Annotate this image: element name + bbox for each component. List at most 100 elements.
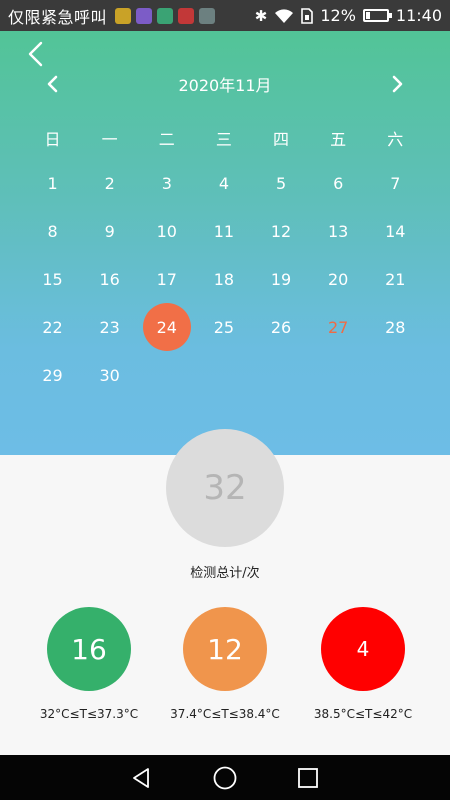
app-icon-green [157, 7, 174, 24]
day-cell[interactable]: 27 [310, 303, 367, 351]
day-cell[interactable]: 8 [24, 207, 81, 255]
temperature-stat: 16 32°C≤T≤37.3°C [14, 607, 164, 721]
day-cell[interactable]: 30 [81, 351, 138, 399]
day-cell[interactable]: 3 [138, 159, 195, 207]
screen: 仅限紧急呼叫 ✱ 12% 11:40 2020年11月 日 一 二 三 四 五 … [0, 0, 450, 800]
day-cell[interactable]: 4 [195, 159, 252, 207]
summary-panel: 32 检测总计/次 16 32°C≤T≤37.3°C 12 37.4°C≤T≤38.4… [0, 429, 450, 755]
day-cell[interactable]: 9 [81, 207, 138, 255]
stat-count: 4 [356, 637, 370, 661]
day-number: 9 [104, 221, 115, 241]
bluetooth-icon: ✱ [254, 6, 268, 25]
day-cell[interactable]: 25 [195, 303, 252, 351]
temperature-stat: 12 37.4°C≤T≤38.4°C [150, 607, 300, 721]
day-cell[interactable]: 24 [138, 303, 195, 351]
day-cell[interactable]: 17 [138, 255, 195, 303]
day-number: 2 [104, 173, 115, 193]
month-title: 2020年11月 [178, 76, 272, 95]
weekday-label: 日 [44, 130, 61, 149]
nav-back-button[interactable] [127, 763, 157, 793]
day-cell[interactable]: 18 [195, 255, 252, 303]
day-cell[interactable]: 26 [253, 303, 310, 351]
app-icon-red [178, 7, 195, 24]
back-button[interactable] [22, 39, 52, 69]
day-cell[interactable]: 16 [81, 255, 138, 303]
total-label: 检测总计/次 [190, 566, 260, 581]
nav-recents-button[interactable] [293, 763, 323, 793]
total-count-circle: 32 [166, 429, 284, 547]
battery-percent: 12% [320, 6, 356, 25]
day-number: 6 [333, 173, 344, 193]
stat-range-label: 38.5°C≤T≤42°C [313, 707, 413, 721]
clock: 11:40 [395, 6, 442, 25]
weekday-row: 日一二三四五六 [24, 126, 424, 150]
day-number: 18 [213, 269, 235, 289]
day-cell[interactable]: 12 [253, 207, 310, 255]
day-number: 8 [47, 221, 58, 241]
day-number: 21 [385, 269, 406, 289]
circle-home-icon [213, 766, 237, 789]
day-cell[interactable]: 23 [81, 303, 138, 351]
stat-count: 12 [207, 632, 243, 666]
month-bar: 2020年11月 [0, 71, 450, 97]
day-cell[interactable]: 11 [195, 207, 252, 255]
day-cell[interactable]: 10 [138, 207, 195, 255]
nav-home-button[interactable] [210, 763, 240, 793]
day-grid: 1 2 3 4 5 6 7 8 9 10 11 12 13 14 15 16 17 18 19 20 21 22 23 24 2… [24, 159, 424, 399]
day-cell[interactable]: 6 [310, 159, 367, 207]
day-number: 3 [161, 173, 172, 193]
day-cell[interactable]: 20 [310, 255, 367, 303]
app-icon-purple [136, 7, 153, 24]
day-cell[interactable]: 2 [81, 159, 138, 207]
chevron-right-icon [392, 75, 403, 93]
day-cell[interactable]: 1 [24, 159, 81, 207]
sim-icon [301, 7, 314, 24]
day-cell[interactable]: 21 [367, 255, 424, 303]
weekday-label: 二 [158, 130, 175, 149]
day-number: 12 [270, 221, 292, 241]
square-recents-icon [298, 767, 319, 788]
day-number: 28 [385, 317, 406, 337]
day-number: 10 [156, 221, 177, 241]
prev-month-button[interactable] [42, 73, 64, 95]
stat-range-label: 37.4°C≤T≤38.4°C [170, 707, 280, 721]
day-cell[interactable]: 5 [253, 159, 310, 207]
day-number: 23 [99, 317, 120, 337]
day-cell[interactable]: 7 [367, 159, 424, 207]
day-cell[interactable]: 22 [24, 303, 81, 351]
day-number: 22 [42, 317, 63, 337]
day-number: 30 [99, 365, 120, 385]
carrier-text: 仅限紧急呼叫 [8, 7, 108, 27]
wifi-icon [275, 8, 294, 23]
day-number: 20 [328, 269, 349, 289]
stat-range-label: 32°C≤T≤37.3°C [39, 707, 139, 721]
day-cell[interactable]: 14 [367, 207, 424, 255]
status-bar: 仅限紧急呼叫 ✱ 12% 11:40 [0, 0, 450, 31]
status-right: ✱ 12% 11:40 [255, 6, 442, 25]
weekday-label: 五 [330, 130, 347, 149]
calendar-header: 2020年11月 日一二三四五六 1 2 3 4 5 6 7 8 9 10 11 12 13 14 15 16… [0, 31, 450, 455]
day-cell[interactable]: 28 [367, 303, 424, 351]
chevron-left-icon [28, 41, 43, 67]
day-cell[interactable]: 15 [24, 255, 81, 303]
day-cell[interactable]: 13 [310, 207, 367, 255]
app-icon-yellow [115, 7, 132, 24]
day-number: 16 [99, 269, 120, 289]
day-cell[interactable]: 29 [24, 351, 81, 399]
day-number: 27 [328, 317, 349, 337]
stat-count-circle: 4 [321, 607, 405, 691]
day-number: 15 [42, 269, 63, 289]
weekday-label: 六 [387, 130, 404, 149]
day-cell[interactable]: 19 [253, 255, 310, 303]
battery-icon [362, 9, 392, 22]
app-icon-gray [199, 7, 216, 24]
day-number: 7 [390, 173, 401, 193]
day-number: 24 [142, 303, 191, 351]
total-count: 32 [203, 468, 247, 508]
day-number: 13 [328, 221, 349, 241]
next-month-button[interactable] [386, 73, 408, 95]
stat-count-circle: 16 [47, 607, 131, 691]
weekday-label: 三 [215, 130, 232, 149]
day-number: 29 [42, 365, 63, 385]
chevron-left-icon [47, 75, 58, 93]
